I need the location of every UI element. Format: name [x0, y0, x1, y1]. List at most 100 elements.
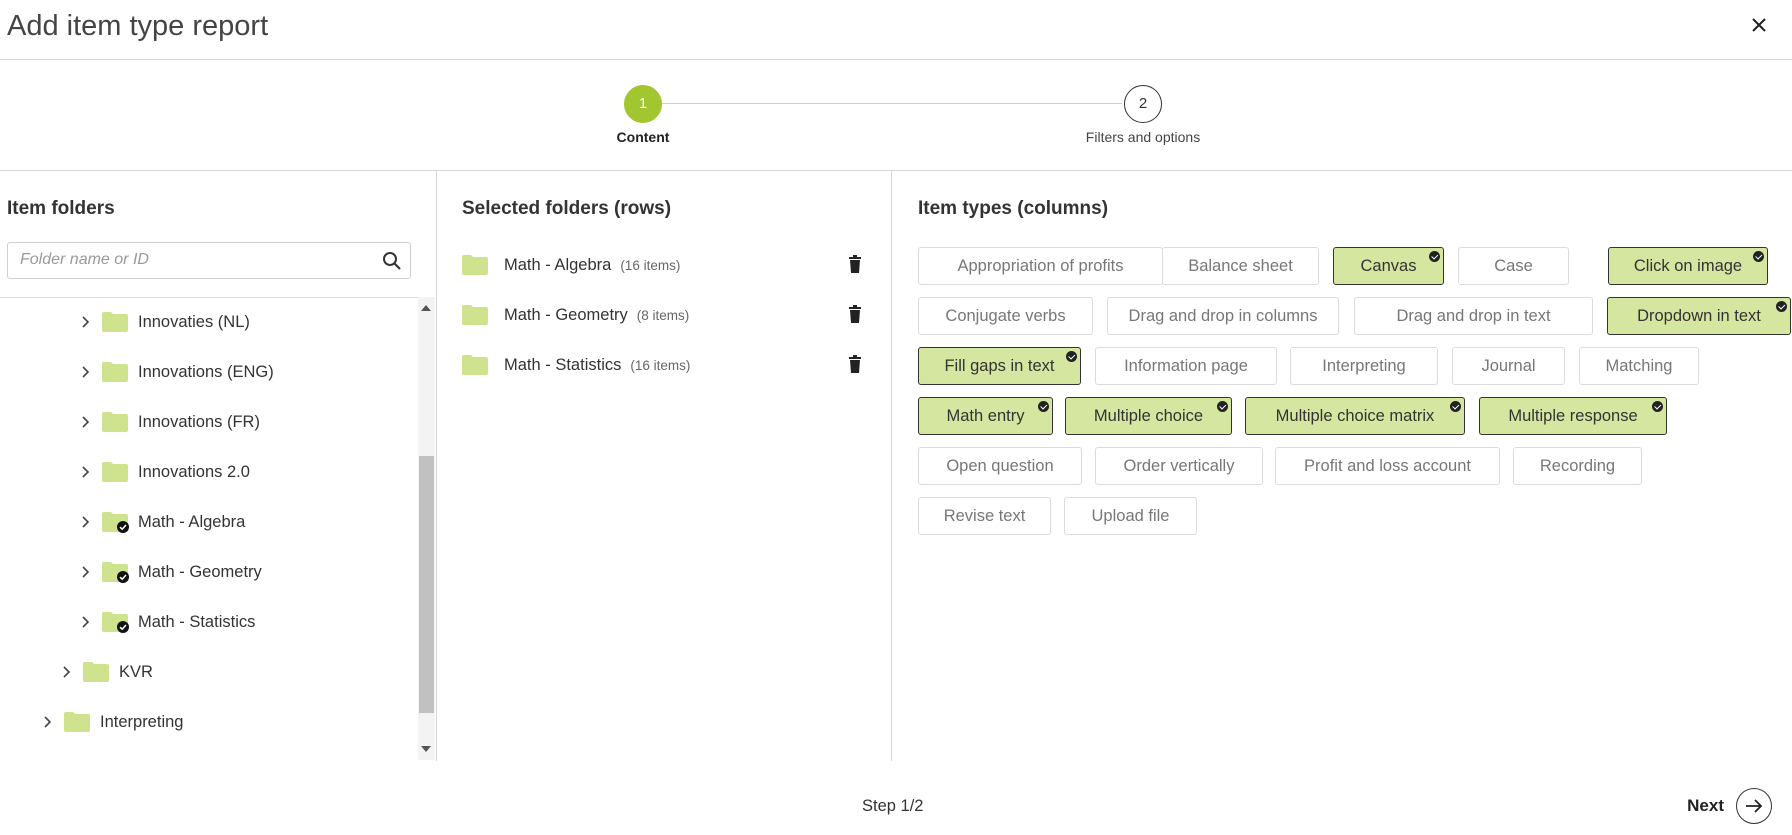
item-type-label: Journal [1481, 356, 1536, 375]
tree-item-label: Innovations (ENG) [138, 362, 274, 381]
item-type-chip[interactable]: Balance sheet [1162, 247, 1319, 285]
tree-item[interactable]: Math - Algebra [78, 502, 245, 542]
tree-item-label: KVR [119, 662, 153, 681]
chevron-right-icon[interactable] [78, 415, 92, 429]
folder-icon [102, 462, 128, 482]
tree-item[interactable]: Innovations (FR) [78, 402, 260, 442]
item-type-chip[interactable]: Revise text [918, 497, 1051, 535]
item-type-label: Profit and loss account [1304, 456, 1471, 475]
step-filters-and-options[interactable]: 2 Filters and options [1063, 85, 1223, 145]
item-type-chip[interactable]: Matching [1579, 347, 1699, 385]
tree-item[interactable]: Math - Statistics [78, 602, 255, 642]
item-type-chip[interactable]: Canvas [1333, 247, 1444, 285]
folder-icon [83, 662, 109, 682]
step-label: Content [616, 129, 670, 145]
check-icon [1753, 251, 1764, 262]
item-type-chip[interactable]: Appropriation of profits [918, 247, 1163, 285]
scroll-down-arrow-icon[interactable] [421, 746, 431, 752]
chevron-right-icon[interactable] [78, 515, 92, 529]
tree-item[interactable]: Innovations 2.0 [78, 452, 250, 492]
item-type-label: Recording [1539, 456, 1616, 475]
tree-item[interactable]: KVR [59, 652, 153, 692]
folder-icon [64, 712, 90, 732]
folder-search-input[interactable] [8, 243, 368, 277]
chevron-right-icon[interactable] [59, 665, 73, 679]
chevron-right-icon[interactable] [78, 465, 92, 479]
item-type-chip[interactable]: Profit and loss account [1275, 447, 1500, 485]
item-type-chip[interactable]: Click on image [1608, 247, 1768, 285]
tree-item[interactable]: Interpreting [40, 702, 183, 742]
item-type-label: Fill gaps in text [944, 356, 1055, 375]
check-icon [1038, 401, 1049, 412]
item-type-chip[interactable]: Information page [1095, 347, 1277, 385]
search-icon[interactable] [382, 251, 402, 271]
item-type-label: Multiple choice matrix [1275, 406, 1435, 425]
check-icon [1217, 401, 1228, 412]
item-type-chip[interactable]: Interpreting [1290, 347, 1438, 385]
item-type-chip[interactable]: Conjugate verbs [918, 297, 1093, 335]
folder-icon [102, 412, 128, 432]
chevron-right-icon[interactable] [78, 565, 92, 579]
item-type-chip[interactable]: Math entry [918, 397, 1053, 435]
item-type-chip[interactable]: Multiple response [1479, 397, 1667, 435]
item-type-label: Canvas [1360, 256, 1417, 275]
trash-icon[interactable] [848, 305, 862, 329]
item-type-label: Order vertically [1123, 456, 1235, 475]
item-type-chip[interactable]: Multiple choice [1065, 397, 1232, 435]
trash-icon[interactable] [848, 355, 862, 379]
item-type-chip[interactable]: Fill gaps in text [918, 347, 1081, 385]
selected-folder-name: Math - Geometry [504, 305, 628, 324]
item-type-label: Matching [1605, 356, 1673, 375]
selected-folder-count: (8 items) [636, 307, 690, 323]
chevron-right-icon[interactable] [78, 315, 92, 329]
folder-icon [462, 355, 488, 375]
item-type-chip[interactable]: Dropdown in text [1607, 297, 1791, 335]
chevron-right-icon[interactable] [78, 615, 92, 629]
item-type-label: Dropdown in text [1637, 306, 1761, 325]
item-type-chip[interactable]: Case [1458, 247, 1569, 285]
stepper-connector [660, 103, 1122, 104]
step-number: 1 [624, 85, 662, 123]
chevron-right-icon[interactable] [40, 715, 54, 729]
tree-item-label: Interpreting [100, 712, 184, 731]
item-type-chip[interactable]: Order vertically [1095, 447, 1263, 485]
item-type-chip[interactable]: Recording [1513, 447, 1642, 485]
check-icon [1429, 251, 1440, 262]
folder-icon [102, 362, 128, 382]
step-content[interactable]: 1 Content [563, 85, 723, 145]
tree-item[interactable]: Math - Geometry [78, 552, 262, 592]
item-type-chip[interactable]: Journal [1452, 347, 1565, 385]
item-type-label: Information page [1124, 356, 1248, 375]
folder-checked-icon [102, 562, 129, 583]
item-type-label: Click on image [1633, 256, 1743, 275]
selected-folder-count: (16 items) [620, 257, 681, 273]
close-icon[interactable] [1748, 14, 1770, 36]
tree-item-label: Math - Statistics [138, 612, 256, 631]
item-folders-panel: Item folders Innovaties (NL) Innovations … [0, 171, 437, 761]
item-folders-title: Item folders [7, 198, 115, 219]
scroll-up-arrow-icon[interactable] [421, 305, 431, 311]
scrollbar-thumb[interactable] [419, 456, 434, 713]
trash-icon[interactable] [848, 255, 862, 279]
tree-scrollbar[interactable] [418, 297, 435, 760]
check-icon [1450, 401, 1461, 412]
item-type-label: Drag and drop in columns [1128, 306, 1318, 325]
arrow-right-icon [1736, 788, 1772, 824]
item-types-panel: Item types (columns) Appropriation of pr… [892, 171, 1792, 761]
item-type-chip[interactable]: Upload file [1064, 497, 1197, 535]
tree-item[interactable]: Innovaties (NL) [78, 302, 250, 342]
item-type-chip[interactable]: Drag and drop in columns [1107, 297, 1339, 335]
item-type-chip[interactable]: Drag and drop in text [1354, 297, 1593, 335]
item-type-chip[interactable]: Open question [918, 447, 1082, 485]
step-number: 2 [1124, 85, 1162, 123]
check-icon [1066, 351, 1077, 362]
folder-search [7, 242, 411, 279]
folder-icon [462, 255, 488, 275]
dialog-title: Add item type report [7, 10, 269, 42]
tree-item[interactable]: Innovations (ENG) [78, 352, 274, 392]
stepper: 1 Content 2 Filters and options [0, 60, 1792, 171]
item-type-chip[interactable]: Multiple choice matrix [1245, 397, 1465, 435]
next-button[interactable]: Next [1687, 788, 1772, 824]
chevron-right-icon[interactable] [78, 365, 92, 379]
step-indicator: Step 1/2 [862, 797, 924, 815]
